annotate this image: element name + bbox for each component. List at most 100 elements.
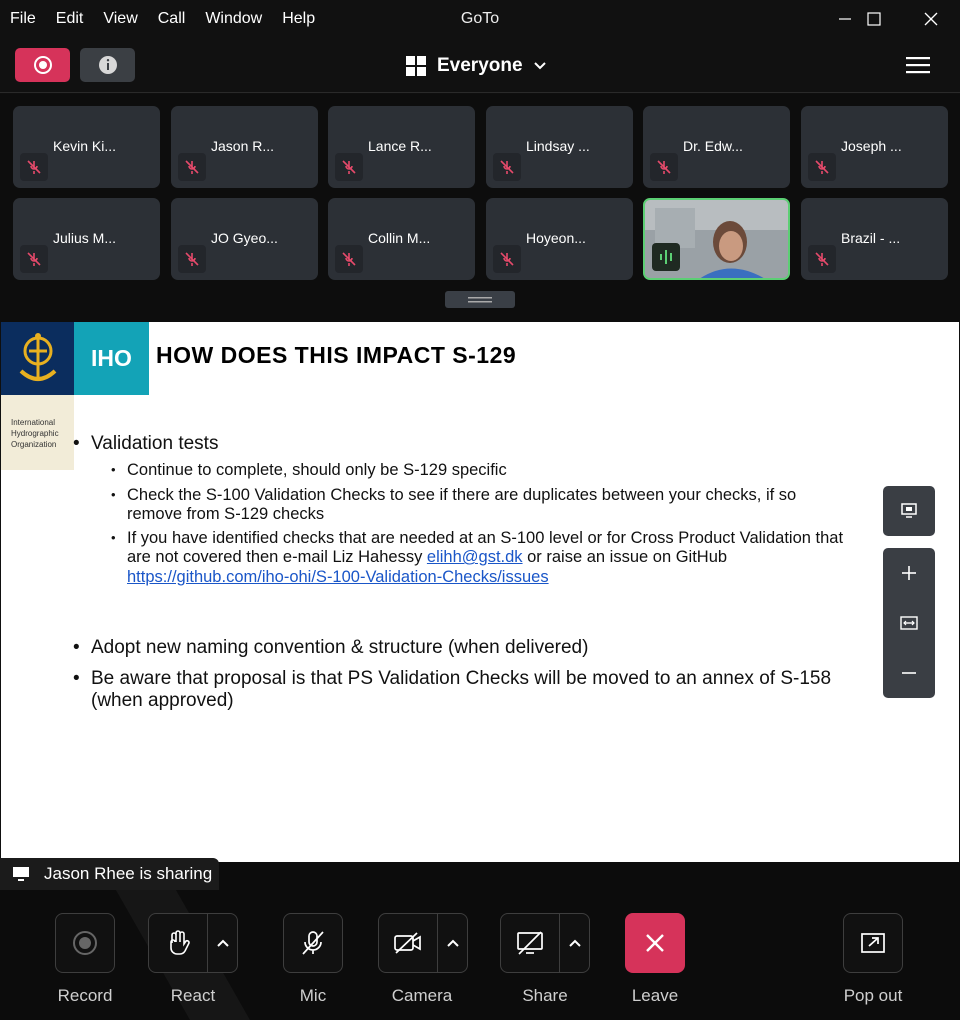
grid-icon [406,56,426,76]
participant-tile[interactable]: Kevin Ki... [13,106,160,188]
menu-edit[interactable]: Edit [46,0,94,38]
info-button[interactable] [80,48,135,82]
view-selector[interactable]: Everyone [405,50,547,82]
mic-muted-icon [493,153,521,181]
mic-muted-icon [493,245,521,273]
participant-grid: Kevin Ki... Jason R... Lance R... Lindsa… [0,94,960,322]
pop-out-label: Pop out [843,986,903,1005]
fit-width-icon [900,616,918,630]
meeting-toolbar: Everyone [0,38,960,93]
shared-screen: IHO International Hydrographic Organizat… [1,322,959,862]
participant-name: Dr. Edw... [683,138,743,154]
email-link[interactable]: elihh@gst.dk [427,548,523,566]
chevron-up-icon [216,939,229,947]
chevron-down-icon [533,62,546,70]
sub-bullet-continued: are not covered then e-mail Liz Hahessy … [127,548,728,566]
participant-tile[interactable]: Joseph ... [801,106,948,188]
participant-name: Collin M... [368,230,431,246]
record-button[interactable] [55,913,115,973]
maximize-button[interactable] [845,0,903,38]
react-options-button[interactable] [207,914,237,972]
participant-tile[interactable]: Lindsay ... [486,106,633,188]
sub-bullet-continued: https://github.com/iho-ohi/S-100-Validat… [127,567,549,587]
camera-options-button[interactable] [437,914,467,972]
speaking-indicator-icon [652,243,680,271]
participant-tile[interactable]: JO Gyeo... [171,198,318,280]
mic-button[interactable] [283,913,343,973]
zoom-out-button[interactable] [883,648,935,698]
bullet-annex-continued: (when approved) [91,690,234,711]
menu-view[interactable]: View [93,0,147,38]
chevron-up-icon [568,939,581,947]
record-icon [33,56,52,74]
record-label: Record [57,986,113,1005]
sub-bullet: • If you have identified checks that are … [111,529,844,547]
title-bar: File Edit View Call Window Help GoTo [0,0,960,38]
participant-name: Joseph ... [841,138,902,154]
view-label: Everyone [437,55,523,76]
close-icon [924,12,938,26]
chevron-up-icon [446,939,459,947]
bullet-validation-tests: • Validation tests [73,433,219,454]
share-label: Share [522,986,568,1005]
pop-out-icon [861,933,885,953]
sub-bullet: • Check the S-100 Validation Checks to se… [111,486,797,504]
pop-out-button[interactable] [843,913,903,973]
organization-name: International Hydrographic Organization [1,395,74,470]
iho-logo: IHO [74,322,149,395]
minus-icon [902,672,916,674]
menu-help[interactable]: Help [272,0,325,38]
close-button[interactable] [902,0,960,38]
hamburger-menu-icon[interactable] [906,55,930,75]
mic-muted-icon [335,245,363,273]
mic-muted-icon [20,245,48,273]
leave-button[interactable] [625,913,685,973]
menu-file[interactable]: File [0,0,46,38]
participant-name: Lindsay ... [526,138,590,154]
fit-screen-button[interactable] [883,486,935,536]
close-icon [646,934,664,952]
sharing-banner: Jason Rhee is sharing [0,858,219,890]
sub-bullet: • Continue to complete, should only be S-… [111,461,507,479]
participant-name: Brazil - ... [841,230,901,246]
iho-anchor-logo [1,322,74,395]
participant-video-tile[interactable] [643,198,790,280]
zoom-controls [883,548,935,698]
participant-name: JO Gyeo... [211,230,278,246]
participant-tile[interactable]: Collin M... [328,198,475,280]
github-issues-link[interactable]: https://github.com/iho-ohi/S-100-Validat… [127,568,549,586]
screen-share-icon [13,867,29,881]
participant-tile[interactable]: Brazil - ... [801,198,948,280]
plus-icon [902,566,916,580]
drag-handle-icon [468,296,492,302]
participant-name: Jason R... [211,138,275,154]
slide-title: HOW DOES THIS IMPACT S-129 [156,342,517,368]
camera-button[interactable] [378,913,468,973]
mic-muted-icon [178,245,206,273]
share-button[interactable] [500,913,590,973]
sub-bullet-continued: remove from S-129 checks [127,505,325,523]
menu-call[interactable]: Call [148,0,196,38]
participant-tile[interactable]: Hoyeon... [486,198,633,280]
recording-indicator-button[interactable] [15,48,70,82]
participant-tile[interactable]: Jason R... [171,106,318,188]
participant-tile[interactable]: Lance R... [328,106,475,188]
participant-tile[interactable]: Dr. Edw... [643,106,790,188]
anchor-icon [19,332,56,381]
grid-resize-handle[interactable] [445,291,515,308]
share-options-button[interactable] [559,914,589,972]
react-button[interactable] [148,913,238,973]
menu-bar: File Edit View Call Window Help [0,0,325,38]
participant-name: Lance R... [368,138,432,154]
menu-window[interactable]: Window [195,0,272,38]
participant-tile[interactable]: Julius M... [13,198,160,280]
bullet-annex: • Be aware that proposal is that PS Valid… [73,668,832,689]
sharing-text: Jason Rhee is sharing [44,864,213,883]
mic-muted-icon [178,153,206,181]
fit-width-button[interactable] [883,598,935,648]
monitor-icon [901,503,917,518]
participant-name: Kevin Ki... [53,138,117,154]
mic-muted-icon [20,153,48,181]
participant-name: Hoyeon... [526,230,586,246]
zoom-in-button[interactable] [883,548,935,598]
